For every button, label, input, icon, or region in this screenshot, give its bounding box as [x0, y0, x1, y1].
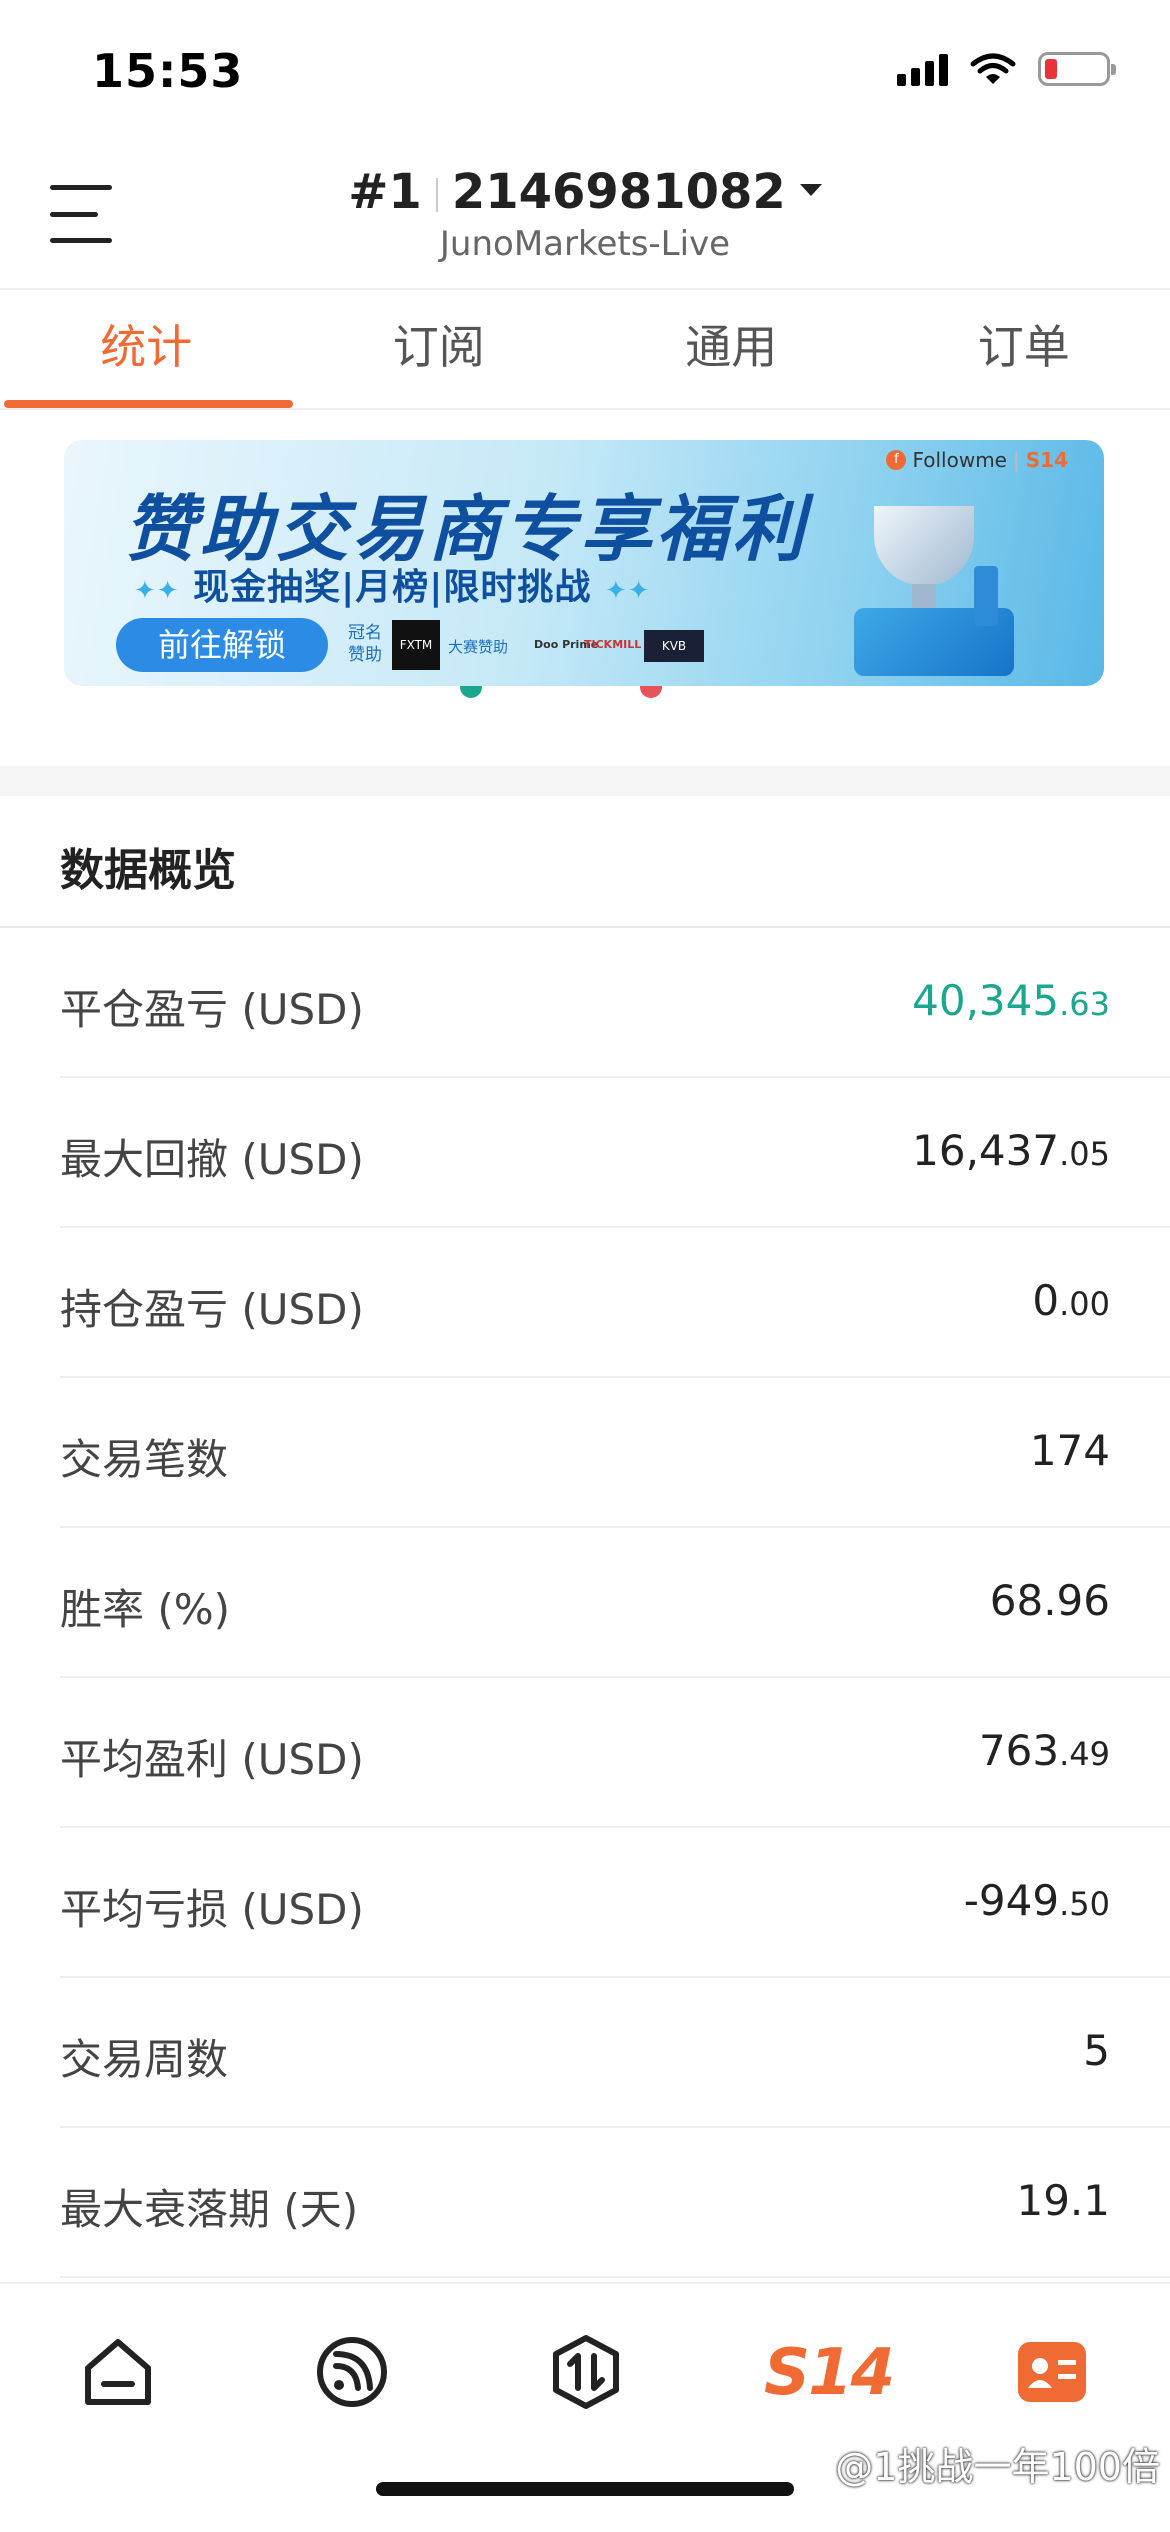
stat-value: 16,437.05 — [912, 1126, 1110, 1175]
chart-legend-peek — [0, 686, 1170, 716]
s14-icon[interactable]: S14 — [764, 2336, 895, 2410]
stat-value-dec: .05 — [1059, 1135, 1110, 1173]
account-number: 2146981082 — [451, 164, 786, 220]
caret-down-icon — [799, 184, 822, 196]
sponsor-label: 冠名赞助 — [348, 623, 382, 665]
trade-icon[interactable] — [546, 2332, 626, 2412]
stat-label: 持仓盈亏 (USD) — [60, 1285, 364, 1334]
stat-value: -949.50 — [964, 1876, 1110, 1925]
cellular-signal-icon — [897, 52, 948, 86]
tab-statistics[interactable]: 统计 — [0, 292, 293, 408]
stat-value-int: 0 — [1032, 1276, 1060, 1325]
overview-title: 数据概览 — [60, 845, 236, 896]
stat-value: 763.49 — [979, 1726, 1110, 1775]
feed-icon[interactable] — [312, 2332, 392, 2412]
tickmill-logo: TICKMILL — [584, 638, 642, 651]
home-indicator[interactable] — [376, 2482, 794, 2496]
stat-label: 交易周数 — [60, 2035, 229, 2084]
stat-label: 最大衰落期 (天) — [60, 2185, 359, 2234]
stat-value-int: 68.96 — [989, 1576, 1110, 1625]
stat-value-int: 40,345 — [912, 976, 1060, 1025]
stat-label: 胜率 (%) — [60, 1585, 231, 1634]
unlock-button[interactable]: 前往解锁 — [116, 618, 328, 672]
stat-value-int: 19.1 — [1016, 2176, 1110, 2225]
server-name: JunoMarkets-Live — [439, 224, 731, 264]
banner-brand: f Followme | S14 — [886, 448, 1068, 472]
stat-value: 0.00 — [1032, 1276, 1110, 1325]
stat-value: 19.1 — [1016, 2176, 1110, 2225]
wifi-icon — [970, 53, 1016, 84]
stat-row: 交易笔数 174 — [60, 1378, 1170, 1528]
stat-value-int: 5 — [1083, 2026, 1110, 2075]
stat-value-int: 16,437 — [912, 1126, 1060, 1175]
stat-row: 持仓盈亏 (USD) 0.00 — [60, 1228, 1170, 1378]
brand-badge: S14 — [1025, 448, 1068, 472]
stat-row: 最大回撤 (USD) 16,437.05 — [60, 1078, 1170, 1228]
fxtm-logo: FXTM 富拓 — [392, 620, 440, 670]
overview-list: 平仓盈亏 (USD) 40,345.63 最大回撤 (USD) 16,437.05 持仓… — [0, 928, 1170, 2278]
kvb-logo: KVB — [644, 630, 704, 662]
stat-label: 平仓盈亏 (USD) — [60, 985, 364, 1034]
stat-label: 最大回撤 (USD) — [60, 1135, 364, 1184]
stat-value-dec: .00 — [1059, 1285, 1110, 1323]
profile-card-icon[interactable] — [1012, 2332, 1092, 2412]
tab-orders[interactable]: 订单 — [878, 292, 1170, 408]
sponsor-text: 大赛赞助 — [448, 638, 509, 656]
section-divider — [0, 766, 1170, 796]
status-time: 15:53 — [92, 44, 244, 98]
tab-subscribe[interactable]: 订阅 — [293, 292, 586, 408]
stat-row: 最大衰落期 (天) 19.1 — [60, 2128, 1170, 2278]
account-selector[interactable]: #1 2146981082 — [0, 164, 1170, 220]
stat-value-int: 763 — [978, 1726, 1060, 1775]
banner-subtitle: ✦✦ 现金抽奖|月榜|限时挑战 ✦✦ — [134, 567, 651, 608]
tab-general[interactable]: 通用 — [585, 292, 878, 408]
status-icons — [897, 52, 1116, 86]
banner-subtitle-text: 现金抽奖|月榜|限时挑战 — [193, 567, 592, 608]
tab-bar: 统计 订阅 通用 订单 — [0, 292, 1170, 410]
trophy-illustration — [824, 496, 1044, 676]
stat-label: 平均盈利 (USD) — [60, 1735, 364, 1784]
battery-icon — [1038, 52, 1116, 86]
account-index: #1 — [348, 164, 422, 220]
stat-row: 交易周数 5 — [60, 1978, 1170, 2128]
stat-value-dec: .50 — [1059, 1885, 1110, 1923]
promo-banner[interactable]: f Followme | S14 赞助交易商专享福利 ✦✦ 现金抽奖|月榜|限时… — [64, 440, 1104, 686]
stat-value: 40,345.63 — [912, 976, 1110, 1025]
stat-value-int: -949 — [963, 1876, 1060, 1925]
stat-value-int: 174 — [1029, 1426, 1110, 1475]
stat-row: 平均亏损 (USD) -949.50 — [60, 1828, 1170, 1978]
stat-label: 交易笔数 — [60, 1435, 229, 1484]
stat-value: 68.96 — [990, 1576, 1110, 1625]
stat-row: 平仓盈亏 (USD) 40,345.63 — [60, 928, 1170, 1078]
stat-row: 胜率 (%) 68.96 — [60, 1528, 1170, 1678]
home-icon[interactable] — [78, 2332, 158, 2412]
stat-value-dec: .49 — [1059, 1735, 1110, 1773]
followme-logo-icon: f — [886, 450, 907, 470]
stat-label: 平均亏损 (USD) — [60, 1885, 364, 1934]
brand-name: Followme — [912, 448, 1007, 472]
stat-row: 平均盈利 (USD) 763.49 — [60, 1678, 1170, 1828]
status-bar: 15:53 — [0, 0, 1170, 140]
stat-value: 5 — [1083, 2026, 1110, 2075]
account-header: #1 2146981082 JunoMarkets-Live — [0, 140, 1170, 290]
stat-value-dec: .63 — [1059, 985, 1110, 1023]
watermark: @1挑战一年100倍 — [835, 2445, 1160, 2489]
stat-value: 174 — [1030, 1426, 1110, 1475]
overview-header: 数据概览 — [0, 796, 1170, 928]
